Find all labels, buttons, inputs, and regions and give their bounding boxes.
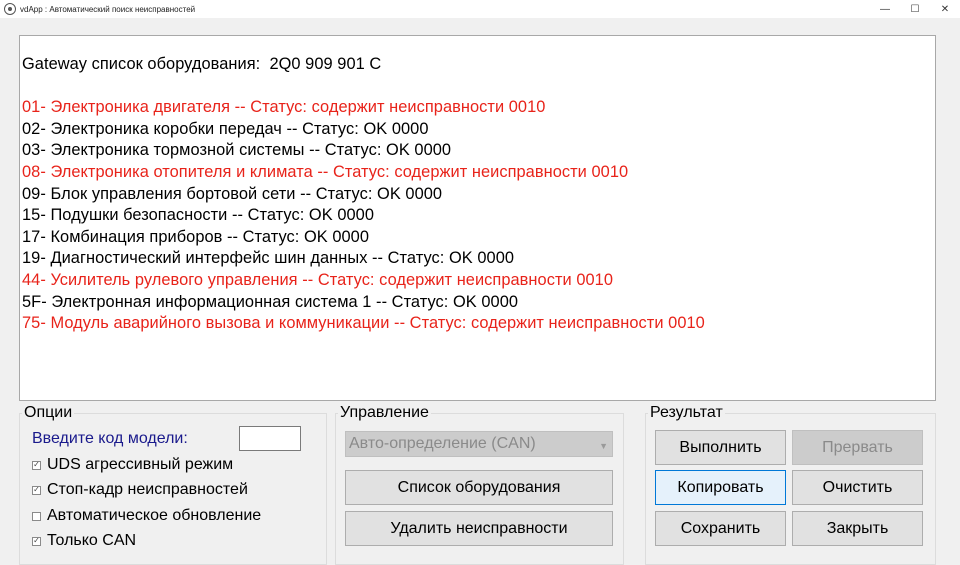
model-code-label: Введите код модели: xyxy=(32,430,188,447)
scan-output-textbox[interactable]: Gateway список оборудования: 2Q0 909 901… xyxy=(19,35,936,401)
module-status-line: 01- Электроника двигателя -- Статус: сод… xyxy=(22,98,546,117)
control-group-title: Управление xyxy=(338,404,431,422)
module-status-line: 09- Блок управления бортовой сети -- Ста… xyxy=(22,184,443,203)
minimize-icon[interactable]: — xyxy=(870,0,900,18)
model-code-input[interactable] xyxy=(239,426,301,451)
checkbox-freeze-frame[interactable]: ✓ Стоп-кадр неисправностей xyxy=(32,481,248,499)
module-status-line: 08- Электроника отопителя и климата -- С… xyxy=(22,162,629,181)
abort-button[interactable]: Прервать xyxy=(792,430,923,465)
title-bar: vdApp : Автоматический поиск неисправнос… xyxy=(0,0,960,18)
checkbox-uds-aggressive[interactable]: ✓ UDS агрессивный режим xyxy=(32,456,233,474)
mode-select[interactable]: Авто-определение (CAN) ▼ xyxy=(345,431,613,457)
checkbox-icon[interactable]: ✓ xyxy=(32,485,41,495)
checkbox-icon[interactable] xyxy=(32,511,41,521)
result-group-title: Результат xyxy=(648,404,725,422)
window-title: vdApp : Автоматический поиск неисправнос… xyxy=(20,4,196,14)
options-group-title: Опции xyxy=(22,404,75,422)
module-status-line: 03- Электроника тормозной системы -- Ста… xyxy=(22,141,452,160)
checkbox-label: Стоп-кадр неисправностей xyxy=(47,481,248,498)
copy-button[interactable]: Копировать xyxy=(655,470,786,505)
chevron-down-icon: ▼ xyxy=(599,441,608,451)
module-status-line: 75- Модуль аварийного вызова и коммуника… xyxy=(22,314,705,333)
delete-faults-button[interactable]: Удалить неисправности xyxy=(345,511,613,546)
mode-select-value: Авто-определение (CAN) xyxy=(349,435,536,452)
module-status-line: 44- Усилитель рулевого управления -- Ста… xyxy=(22,270,613,289)
module-status-line: 5F- Электронная информационная система 1… xyxy=(22,292,519,311)
gateway-header-line: Gateway список оборудования: 2Q0 909 901… xyxy=(22,55,382,73)
checkbox-label: Только CAN xyxy=(47,532,137,549)
checkbox-can-only[interactable]: ✓ Только CAN xyxy=(32,532,136,550)
close-icon[interactable]: ✕ xyxy=(930,0,960,18)
window-controls: — ☐ ✕ xyxy=(870,0,960,18)
checkbox-label: UDS агрессивный режим xyxy=(47,456,234,473)
checkbox-icon[interactable]: ✓ xyxy=(32,536,41,546)
checkbox-label: Автоматическое обновление xyxy=(47,507,262,524)
run-button[interactable]: Выполнить xyxy=(655,430,786,465)
module-status-line: 02- Электроника коробки передач -- Стату… xyxy=(22,119,429,138)
module-status-line: 15- Подушки безопасности -- Статус: OK 0… xyxy=(22,206,374,225)
main-window: Gateway список оборудования: 2Q0 909 901… xyxy=(0,18,960,565)
clear-button[interactable]: Очистить xyxy=(792,470,923,505)
checkbox-icon[interactable]: ✓ xyxy=(32,460,41,470)
equipment-list-button[interactable]: Список оборудования xyxy=(345,470,613,505)
close-button[interactable]: Закрыть xyxy=(792,511,923,546)
module-status-line: 17- Комбинация приборов -- Статус: OK 00… xyxy=(22,227,370,246)
app-icon xyxy=(4,3,16,15)
save-button[interactable]: Сохранить xyxy=(655,511,786,546)
module-status-line: 19- Диагностический интерфейс шин данных… xyxy=(22,249,515,268)
maximize-icon[interactable]: ☐ xyxy=(900,0,930,18)
checkbox-auto-update[interactable]: Автоматическое обновление xyxy=(32,507,261,525)
